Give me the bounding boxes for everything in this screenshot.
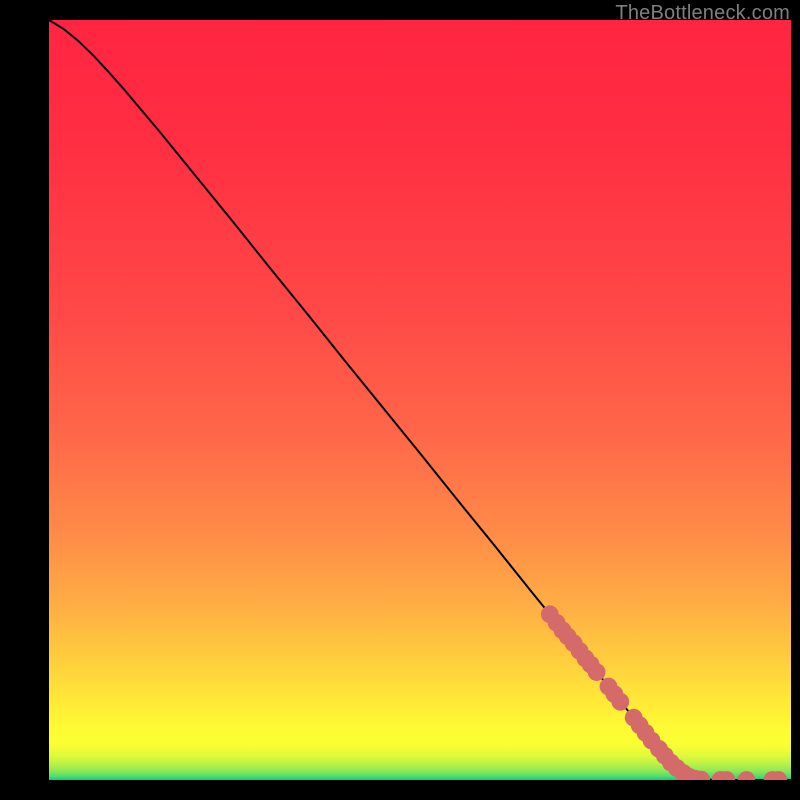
- chart-svg: [49, 20, 791, 780]
- plot-area: [49, 20, 791, 780]
- data-marker: [611, 693, 629, 711]
- data-marker: [588, 663, 606, 681]
- chart-stage: TheBottleneck.com: [0, 0, 800, 800]
